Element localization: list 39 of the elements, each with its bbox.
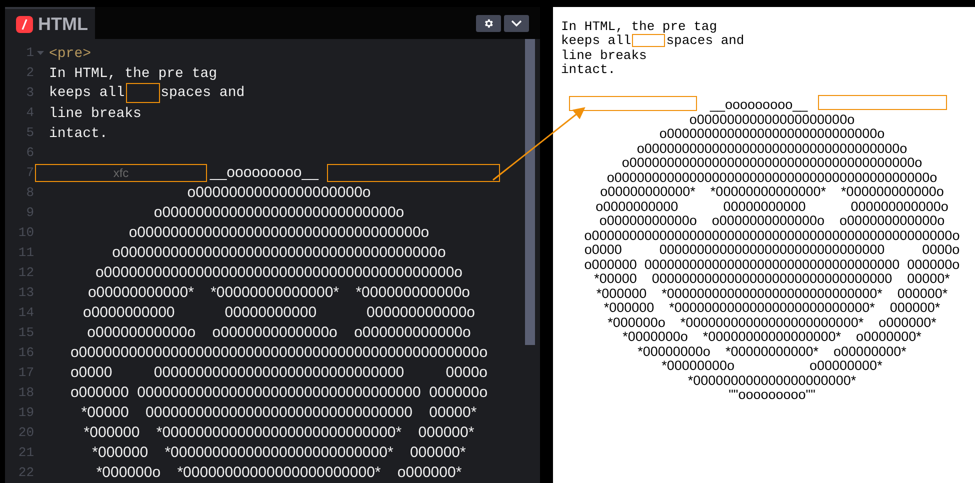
ascii-art-line: o00000000000000000000o (187, 182, 371, 203)
ascii-art-line: o00000000000o o0000000000000o o000000000000o (87, 322, 471, 343)
settings-icon (483, 18, 494, 28)
code-editor[interactable] (5, 39, 540, 483)
code-text: keeps all (49, 84, 125, 102)
ascii-art-line: *00000 00000000000000000000000000000000 00000* (81, 402, 477, 423)
ascii-art-line: o000000 0000000000000000000000000000000000 000000o (70, 382, 488, 403)
preview-text: intact. (561, 61, 616, 79)
ascii-art-line: __ooooooooo__ (710, 96, 808, 114)
code-line: line breaks (49, 106, 142, 122)
collapse-button[interactable] (504, 14, 529, 32)
code-line: In HTML, the pre tag (49, 66, 218, 82)
preview-text: In HTML, the pre tag (561, 18, 718, 34)
slash-logo-icon (16, 16, 33, 32)
ascii-art-line: __ooooooooo__ (210, 162, 318, 183)
highlight-box: xfc (35, 164, 207, 182)
chevron-down-icon (511, 20, 522, 26)
preview-text: line breaks (561, 47, 647, 64)
ascii-art-line: o0000 000000000000000000000000000000 0000o (70, 362, 488, 383)
html-tab[interactable]: HTML (5, 7, 95, 39)
ascii-art-line: *000000 *0000000000000000000000000000* 000000* (84, 422, 474, 443)
preview-text: keeps all (561, 32, 632, 50)
settings-button[interactable] (476, 14, 501, 32)
preview-text: spaces and (666, 33, 744, 50)
ascii-art-line: *000000 *00000000000000000000000000* 000000* (92, 442, 466, 463)
ascii-art-line: o000000000000000000000000000000000000000000o (95, 262, 463, 283)
code-line: intact. (49, 126, 108, 142)
ascii-art-line: o0000000000 00000000000 000000000000o (83, 302, 475, 323)
ascii-art-line: o00000000000* *00000000000000* *000000000000o (88, 282, 470, 303)
highlight-box (126, 83, 160, 103)
scrollbar[interactable] (525, 39, 535, 345)
ascii-art-line: o000000000000000000000000000000000000000000000000o (70, 342, 488, 363)
code-line: <pre> (49, 46, 92, 62)
highlight-box (632, 34, 666, 48)
ascii-art-line: o00000000000000000000000000000000000000o (112, 242, 446, 263)
ascii-art-line: *000000o *00000000000000000000000* o000000* (96, 462, 462, 483)
code-text: spaces and (160, 84, 245, 102)
ascii-art-line: o0000000000000000000000000000000000o (128, 222, 430, 243)
ascii-art-line: o0000000000000000000000000000o (154, 202, 404, 223)
